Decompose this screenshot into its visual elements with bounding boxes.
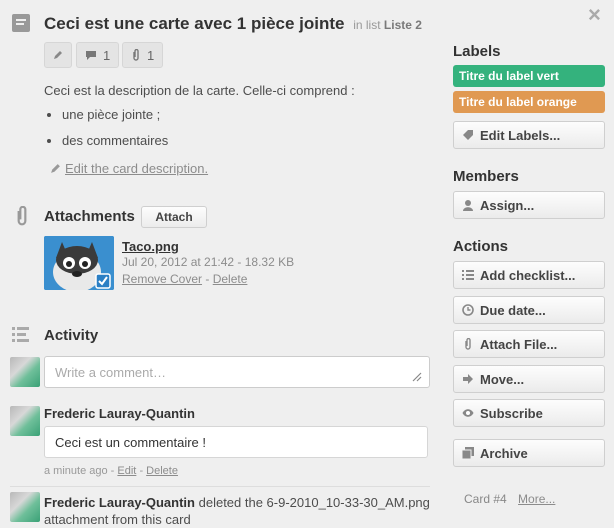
comments-count: 1 (103, 47, 111, 63)
activity-heading: Activity (44, 327, 99, 344)
activity-event: Frederic Lauray-Quantin deleted the 6-9-… (44, 495, 430, 527)
avatar (10, 357, 40, 387)
label-green[interactable]: Titre du label vert (453, 65, 605, 87)
attach-file-button[interactable]: Attach File... (453, 330, 605, 358)
delete-comment-link[interactable]: Delete (146, 465, 178, 477)
edit-labels-button[interactable]: Edit Labels... (453, 121, 605, 149)
card-title-text[interactable]: Ceci est une carte avec 1 pièce jointe (44, 14, 344, 33)
list-item: des commentaires (62, 132, 414, 150)
assign-button[interactable]: Assign... (453, 191, 605, 219)
activity-icon (12, 326, 32, 342)
archive-button[interactable]: Archive (453, 439, 605, 467)
list-name[interactable]: Liste 2 (384, 18, 422, 32)
avatar (10, 406, 40, 436)
attachments-count: 1 (147, 47, 155, 63)
list-item: une pièce jointe ; (62, 106, 414, 124)
more-link[interactable]: More... (518, 492, 555, 506)
card-icon (12, 14, 30, 32)
comment-icon (85, 50, 97, 61)
close-icon[interactable]: × (588, 2, 601, 28)
attachment-thumbnail[interactable] (44, 236, 114, 290)
attachment-name-link[interactable]: Taco.png (122, 239, 179, 254)
eye-icon (462, 407, 474, 419)
avatar (10, 492, 40, 522)
edit-title-badge[interactable] (44, 42, 72, 68)
attachment-actions: Remove Cover - Delete (122, 272, 248, 286)
attachments-heading: Attachments (44, 208, 135, 225)
card-number: Card #4 (464, 492, 507, 506)
user-icon (462, 199, 474, 211)
edit-description-link[interactable]: Edit the card description. (50, 161, 208, 176)
move-button[interactable]: Move... (453, 365, 605, 393)
add-checklist-button[interactable]: Add checklist... (453, 261, 605, 289)
pencil-icon (53, 50, 63, 60)
card-title[interactable]: Ceci est une carte avec 1 pièce jointe i… (44, 14, 422, 34)
paperclip-icon (131, 49, 141, 61)
attachments-badge: 1 (122, 42, 164, 68)
archive-icon (462, 447, 474, 459)
comment-text: Ceci est un commentaire ! (44, 426, 428, 458)
actions-heading: Actions (453, 238, 509, 255)
paperclip-icon (13, 206, 31, 226)
comments-badge: 1 (76, 42, 120, 68)
clock-icon (462, 304, 474, 316)
label-orange[interactable]: Titre du label orange (453, 91, 605, 113)
arrow-right-icon (462, 373, 474, 385)
event-author[interactable]: Frederic Lauray-Quantin (44, 495, 195, 510)
delete-attachment-link[interactable]: Delete (213, 272, 248, 286)
due-date-button[interactable]: Due date... (453, 296, 605, 324)
paperclip-icon (462, 338, 474, 350)
description-list: une pièce jointe ; des commentaires (44, 106, 414, 150)
labels-heading: Labels (453, 43, 501, 60)
subscribe-button[interactable]: Subscribe (453, 399, 605, 427)
comment-input[interactable]: Write a comment… (44, 356, 430, 388)
divider (10, 486, 430, 487)
members-heading: Members (453, 168, 519, 185)
comment-meta: a minute ago - Edit - Delete (44, 465, 178, 477)
resize-handle-icon[interactable] (410, 370, 422, 382)
remove-cover-link[interactable]: Remove Cover (122, 272, 202, 286)
edit-comment-link[interactable]: Edit (117, 465, 136, 477)
card-footer: Card #4 More... (464, 492, 555, 506)
attachment-meta: Jul 20, 2012 at 21:42 - 18.32 KB (122, 255, 295, 269)
in-list-label: in list Liste 2 (353, 18, 422, 32)
tag-icon (462, 129, 474, 141)
description-text: Ceci est la description de la carte. Cel… (44, 83, 355, 98)
pencil-icon (50, 163, 61, 174)
attach-button[interactable]: Attach (141, 206, 207, 228)
checklist-icon (462, 269, 474, 281)
comment-author[interactable]: Frederic Lauray-Quantin (44, 406, 195, 421)
card-description: Ceci est la description de la carte. Cel… (44, 82, 414, 158)
